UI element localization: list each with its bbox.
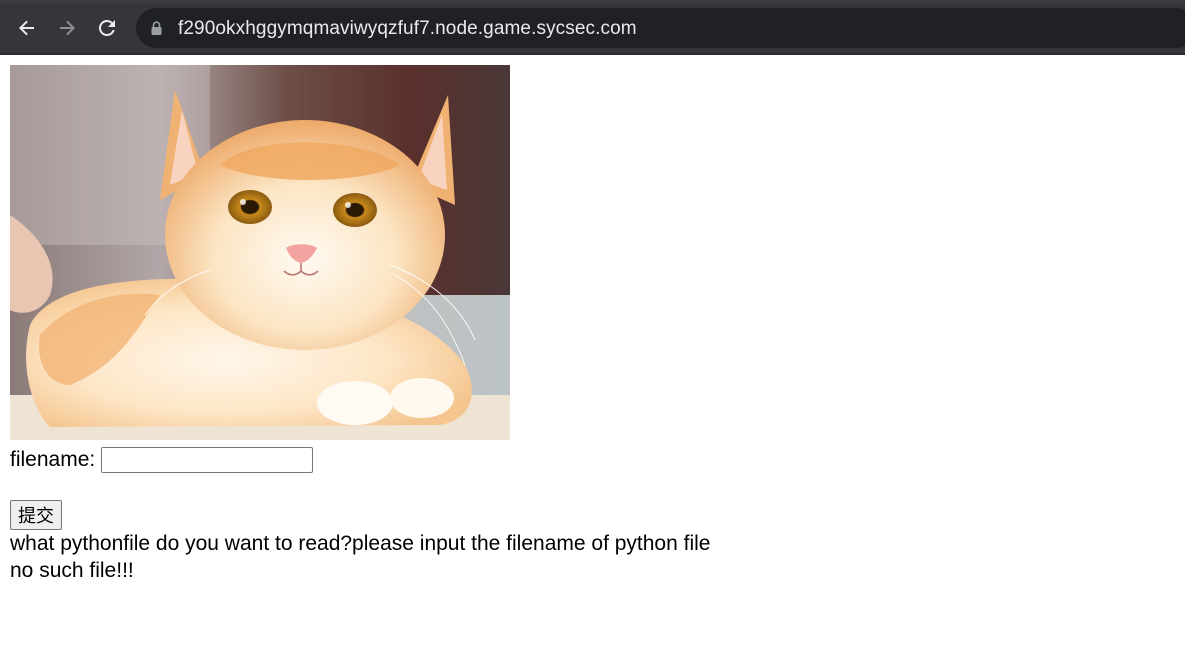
reload-button[interactable] bbox=[91, 12, 123, 44]
lock-icon[interactable] bbox=[151, 21, 162, 40]
cat-image bbox=[10, 65, 510, 440]
toolbar-divider bbox=[0, 53, 1185, 55]
result-message: no such file!!! bbox=[10, 559, 134, 582]
forward-button[interactable] bbox=[51, 12, 83, 44]
prompt-message: what pythonfile do you want to read?plea… bbox=[10, 532, 711, 555]
submit-button[interactable]: 提交 bbox=[10, 500, 62, 530]
address-bar[interactable]: f290okxhggymqmaviwyqzfuf7.node.game.sycs… bbox=[136, 8, 1185, 48]
back-arrow-icon bbox=[17, 18, 37, 38]
filename-label: filename: bbox=[10, 448, 96, 471]
forward-arrow-icon bbox=[57, 18, 77, 38]
filename-form-row: filename: bbox=[10, 447, 314, 473]
filename-input[interactable] bbox=[101, 447, 314, 473]
back-button[interactable] bbox=[11, 12, 43, 44]
url-text[interactable]: f290okxhggymqmaviwyqzfuf7.node.game.sycs… bbox=[178, 18, 637, 40]
reload-icon bbox=[97, 18, 117, 38]
browser-toolbar: f290okxhggymqmaviwyqzfuf7.node.game.sycs… bbox=[0, 3, 1185, 53]
